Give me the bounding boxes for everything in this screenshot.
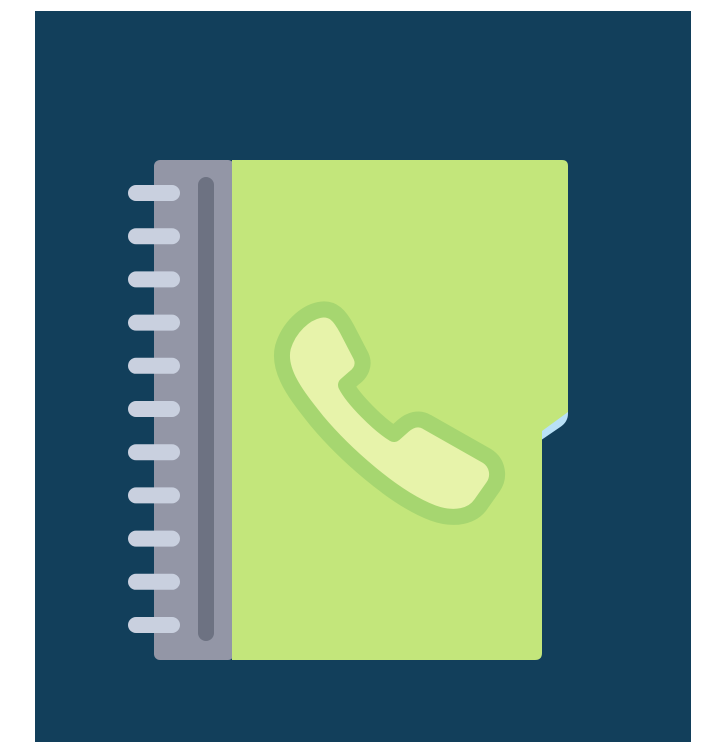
spiral-ring (128, 444, 180, 461)
spiral-ring (128, 357, 180, 374)
spiral-ring (128, 530, 180, 547)
spiral-ring (128, 487, 180, 504)
spiral-ring (128, 185, 180, 201)
spiral-ring (128, 617, 180, 633)
address-book-icon (35, 11, 691, 742)
spine-groove (198, 177, 214, 641)
icon-panel (35, 11, 691, 742)
spiral-ring (128, 228, 180, 245)
spiral-ring (128, 271, 180, 288)
spiral-ring (128, 401, 180, 417)
spiral-ring (128, 314, 180, 331)
book-cover (232, 160, 568, 660)
spiral-ring (128, 573, 180, 590)
